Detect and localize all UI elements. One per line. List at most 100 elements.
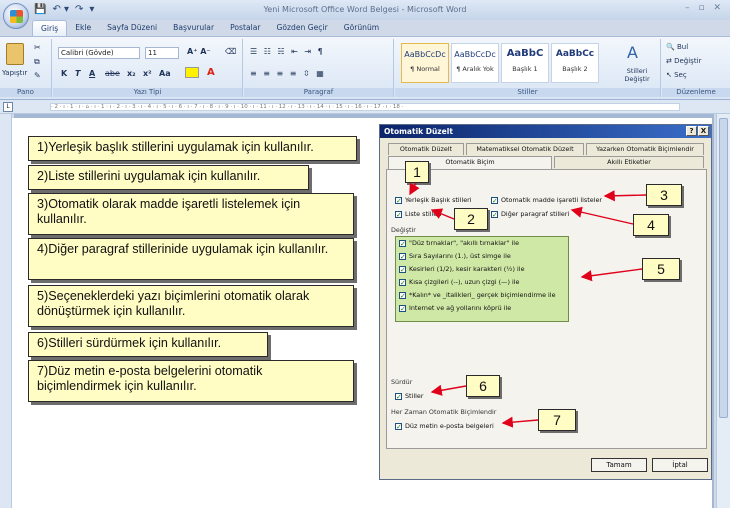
paragraph-group-label: Paragraf [244, 88, 393, 97]
find-button[interactable]: 🔍 Bul [666, 43, 688, 51]
option-label: Kesirleri (1/2), kesir karakteri (½) ile [409, 265, 525, 273]
tab-selector-icon[interactable]: L [3, 102, 13, 112]
tab-home[interactable]: Giriş [32, 20, 68, 36]
select-label: Seç [674, 71, 687, 79]
tab-references[interactable]: Başvurular [165, 20, 222, 36]
style-preview: AaBbCc [555, 49, 595, 59]
tab-view[interactable]: Görünüm [336, 20, 388, 36]
font-color-icon[interactable]: A [207, 67, 215, 78]
strikethrough-button[interactable]: abe [105, 69, 120, 78]
bold-italic-checkbox[interactable]: ✓ *Kalın* ve _italikleri_ gerçek biçimlen… [399, 291, 556, 299]
tab-mailings[interactable]: Postalar [222, 20, 268, 36]
option-label: "Düz tırnaklar", "akıllı tırnaklar" ile [409, 239, 520, 247]
subscript-button[interactable]: x₂ [127, 69, 136, 78]
window-controls[interactable]: – ▫ ✕ [685, 3, 724, 13]
checkbox-box: ✓ [395, 210, 402, 219]
tab-math-autocorrect[interactable]: Matematiksel Otomatik Düzelt [466, 143, 584, 155]
ordinals-checkbox[interactable]: ✓ Sıra Sayılarını (1.), üst simge ile [399, 252, 511, 260]
vertical-ruler[interactable] [0, 114, 12, 508]
font-size-select[interactable]: 11 [145, 47, 179, 59]
checkbox-box: ✓ [399, 304, 406, 313]
option-label: Diğer paragraf stilleri [501, 210, 570, 218]
always-autoformat-label: Her Zaman Otomatik Biçimlendir [391, 408, 497, 416]
scrollbar-thumb[interactable] [719, 118, 728, 418]
vertical-scrollbar[interactable] [716, 114, 730, 508]
align-buttons-icon[interactable]: ≡ ≡ ≡ ≡ ⇳ ▦ [250, 69, 326, 78]
callout-4: 4)Diğer paragraf stillerinide uygulamak … [28, 238, 354, 280]
fractions-checkbox[interactable]: ✓ Kesirleri (1/2), kesir karakteri (½) il… [399, 265, 525, 273]
replace-button[interactable]: ⇄ Değiştir [666, 57, 701, 65]
checkbox-box: ✓ [399, 291, 406, 300]
tab-autocorrect[interactable]: Otomatik Düzelt [388, 143, 464, 155]
style-heading-1[interactable]: AaBbC Başlık 1 [501, 43, 549, 83]
close-button[interactable]: X [698, 126, 709, 136]
underline-button[interactable]: A [89, 69, 95, 78]
style-preview: AaBbC [506, 48, 544, 59]
select-button[interactable]: ↖ Seç [666, 71, 687, 79]
tab-autoformat-as-you-type[interactable]: Yazarken Otomatik Biçimlendir [586, 143, 704, 155]
style-heading-2[interactable]: AaBbCc Başlık 2 [551, 43, 599, 83]
bold-button[interactable]: K [61, 69, 67, 78]
list-buttons-icon[interactable]: ☰ ☷ ☵ ⇤ ⇥ ¶ [250, 47, 325, 56]
option-label: *Kalın* ve _italikleri_ gerçek biçimlend… [409, 291, 556, 299]
ok-button[interactable]: Tamam [591, 458, 647, 472]
change-styles-button[interactable]: Stilleri Değiştir [617, 67, 657, 83]
checkbox-box: ✓ [399, 265, 406, 274]
plain-text-email-checkbox[interactable]: ✓ Düz metin e-posta belgeleri [395, 422, 494, 430]
option-label: Sıra Sayılarını (1.), üst simge ile [409, 252, 511, 260]
callout-6: 6)Stilleri sürdürmek için kullanılır. [28, 332, 268, 357]
builtin-heading-styles-checkbox[interactable]: ✓ Yerleşik Başlık stilleri [395, 196, 472, 204]
paste-icon[interactable] [6, 43, 24, 65]
replace-label: Değiştir [674, 57, 702, 65]
help-button[interactable]: ? [686, 126, 697, 136]
style-name: ¶ Aralık Yok [456, 65, 494, 73]
style-no-spacing[interactable]: AaBbCcDc ¶ Aralık Yok [451, 43, 499, 83]
font-name-select[interactable]: Calibri (Gövde) [58, 47, 140, 59]
preserve-styles-checkbox[interactable]: ✓ Stiller [395, 392, 423, 400]
horizontal-ruler[interactable]: L · 2 · ı · 1 · ı · ⌂ · ı · 1 · ı · 2 · … [0, 100, 730, 114]
callout-5: 5)Seçeneklerdeki yazı biçimlerini otomat… [28, 285, 354, 327]
marker-3: 3 [646, 184, 682, 206]
styles-group-label: Stiller [395, 88, 660, 97]
cut-icon[interactable]: ✂ [34, 43, 41, 52]
change-case-button[interactable]: Aa [159, 69, 171, 78]
cancel-button[interactable]: İptal [652, 458, 708, 472]
tab-page-layout[interactable]: Sayfa Düzeni [99, 20, 165, 36]
change-styles-icon[interactable]: A [627, 43, 638, 62]
other-paragraph-styles-checkbox[interactable]: ✓ Diğer paragraf stilleri [491, 210, 569, 218]
highlight-icon[interactable] [185, 67, 199, 78]
hyperlinks-checkbox[interactable]: ✓ Internet ve ağ yollarını köprü ile [399, 304, 511, 312]
callout-2: 2)Liste stillerini uygulamak için kullan… [28, 165, 309, 190]
marker-7: 7 [538, 409, 576, 431]
styles-group: AaBbCcDc ¶ Normal AaBbCcDc ¶ Aralık Yok … [395, 39, 661, 97]
option-label: Otomatik madde işaretli listeler [501, 196, 602, 204]
style-name: ¶ Normal [410, 65, 440, 73]
checkbox-box: ✓ [395, 422, 402, 431]
copy-icon[interactable]: ⧉ [34, 57, 40, 67]
superscript-button[interactable]: x² [143, 69, 152, 78]
ribbon-tabs: Giriş Ekle Sayfa Düzeni Başvurular Posta… [32, 20, 387, 36]
checkbox-box: ✓ [491, 210, 498, 219]
clear-format-icon[interactable]: ⌫ [225, 47, 236, 56]
clipboard-group: Yapıştır ✂ ⧉ ✎ Pano [0, 39, 52, 97]
tab-insert[interactable]: Ekle [67, 20, 99, 36]
tab-review[interactable]: Gözden Geçir [269, 20, 336, 36]
checkbox-box: ✓ [491, 196, 498, 205]
marker-1: 1 [405, 161, 429, 183]
smart-quotes-checkbox[interactable]: ✓ "Düz tırnaklar", "akıllı tırnaklar" ile [399, 239, 519, 247]
hyphens-checkbox[interactable]: ✓ Kısa çizgileri (--), uzun çizgi (—) ile [399, 278, 519, 286]
italic-button[interactable]: T [75, 69, 80, 78]
list-styles-checkbox[interactable]: ✓ Liste stilleri [395, 210, 442, 218]
window-title: Yeni Microsoft Office Word Belgesi - Mic… [263, 5, 467, 14]
font-group-label: Yazı Tipi [53, 88, 242, 97]
paste-button[interactable]: Yapıştır [2, 69, 27, 77]
replace-section-label: Değiştir [391, 226, 416, 234]
tab-smart-tags[interactable]: Akıllı Etiketler [554, 156, 704, 168]
title-bar: 💾 ↶ ▾ ↷ ▾ Yeni Microsoft Office Word Bel… [0, 0, 730, 29]
auto-bulleted-lists-checkbox[interactable]: ✓ Otomatik madde işaretli listeler [491, 196, 602, 204]
format-painter-icon[interactable]: ✎ [34, 71, 41, 80]
dialog-title-bar[interactable]: Otomatik Düzelt ? X [380, 125, 711, 138]
office-button[interactable] [3, 3, 29, 29]
style-normal[interactable]: AaBbCcDc ¶ Normal [401, 43, 449, 83]
grow-font-icon[interactable]: A⁺ A⁻ [187, 47, 211, 56]
